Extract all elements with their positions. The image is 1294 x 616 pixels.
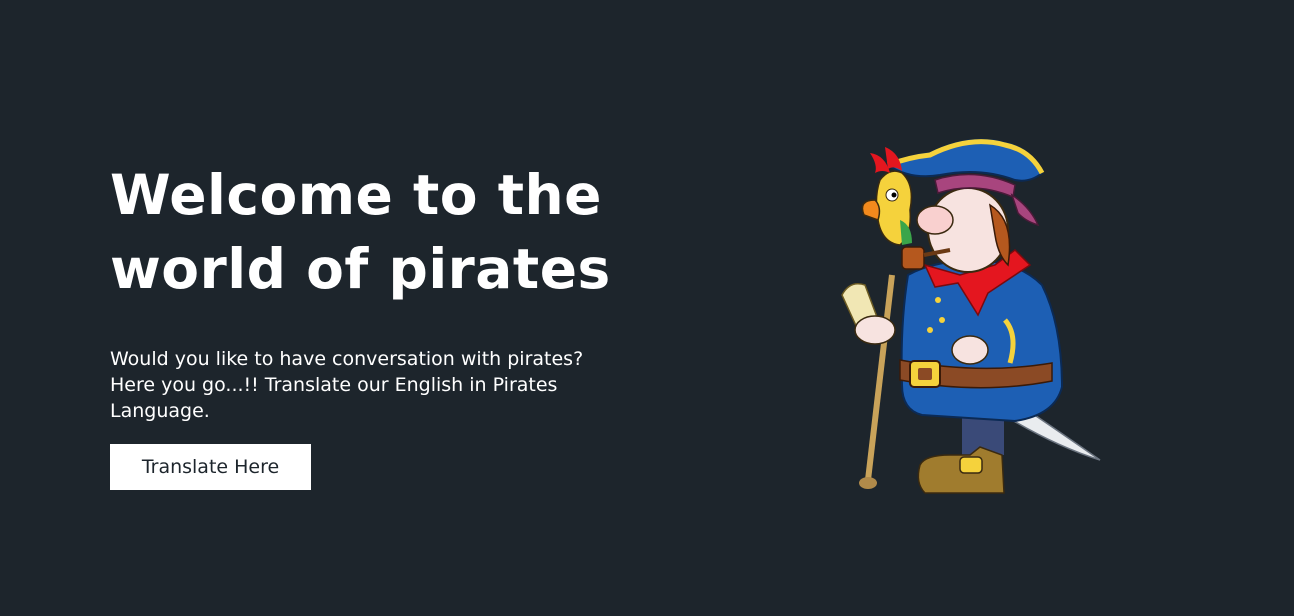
hero-title-line-1: Welcome to the <box>110 163 602 227</box>
hero-description: Would you like to have conversation with… <box>110 348 584 422</box>
translate-here-button[interactable]: Translate Here <box>110 444 311 490</box>
pirate-with-parrot-icon <box>841 138 1101 494</box>
hero-section: Welcome to the world of pirates Would yo… <box>110 158 630 490</box>
pirate-illustration <box>830 125 1110 500</box>
hero-title: Welcome to the world of pirates <box>110 158 630 306</box>
hero-title-line-2: world of pirates <box>110 237 611 301</box>
